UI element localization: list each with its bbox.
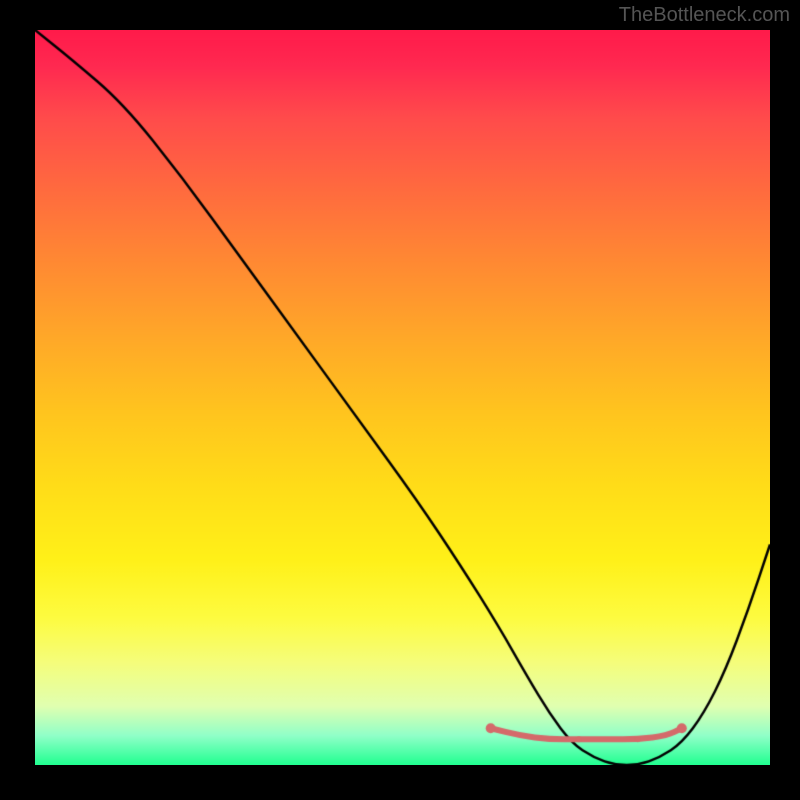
plot-area — [35, 30, 770, 765]
watermark-text: TheBottleneck.com — [619, 4, 790, 27]
chart-canvas — [35, 30, 770, 765]
